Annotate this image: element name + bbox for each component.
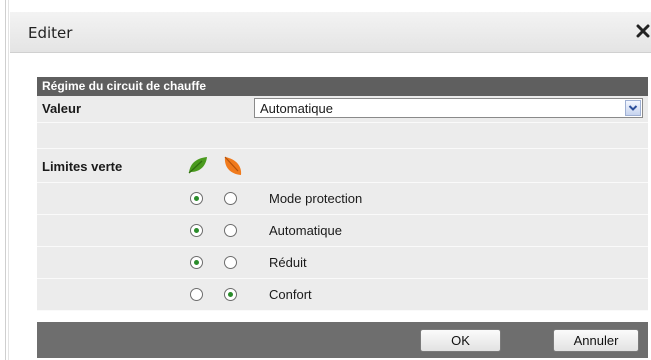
ok-button[interactable]: OK	[420, 329, 501, 352]
limites-label: Limites verte	[42, 159, 123, 174]
option-row-mode-protection: Mode protection	[37, 183, 648, 215]
orange-limit-radio-mode-protection[interactable]	[224, 192, 237, 205]
dialog-footer: OK Annuler	[37, 322, 648, 358]
cancel-button[interactable]: Annuler	[553, 329, 639, 352]
limites-header-row: Limites verte	[37, 149, 648, 183]
valeur-row: Valeur Automatique	[37, 96, 648, 123]
orange-limit-radio-confort[interactable]	[224, 288, 237, 301]
window-edge	[5, 0, 6, 360]
spacer-row	[37, 123, 648, 149]
orange-limit-radio-automatique[interactable]	[224, 224, 237, 237]
option-label: Réduit	[269, 255, 307, 270]
close-icon[interactable]	[636, 24, 650, 38]
option-row-confort: Confort	[37, 279, 648, 311]
radio-selected-dot	[194, 260, 199, 265]
green-limit-radio-reduit[interactable]	[190, 256, 203, 269]
green-limit-radio-mode-protection[interactable]	[190, 192, 203, 205]
green-leaf-icon	[188, 157, 207, 174]
radio-selected-dot	[228, 292, 233, 297]
valeur-select-value: Automatique	[260, 101, 333, 116]
settings-panel: Régime du circuit de chauffe Valeur Auto…	[37, 77, 648, 358]
option-label: Confort	[269, 287, 312, 302]
orange-leaf-icon	[224, 156, 242, 175]
valeur-label: Valeur	[42, 101, 82, 116]
edit-dialog: Editer Régime du circuit de chauffe Vale…	[10, 12, 651, 360]
option-label: Automatique	[269, 223, 342, 238]
dialog-title-bar: Editer	[10, 12, 651, 53]
option-label: Mode protection	[269, 191, 363, 206]
dialog-title: Editer	[28, 24, 73, 42]
window-edge-inner	[8, 0, 9, 360]
radio-selected-dot	[194, 196, 199, 201]
section-header: Régime du circuit de chauffe	[37, 77, 648, 96]
green-limit-radio-automatique[interactable]	[190, 224, 203, 237]
option-row-automatique: Automatique	[37, 215, 648, 247]
valeur-select[interactable]: Automatique	[254, 98, 643, 118]
green-limit-radio-confort[interactable]	[190, 288, 203, 301]
chevron-down-icon[interactable]	[625, 100, 641, 116]
orange-limit-radio-reduit[interactable]	[224, 256, 237, 269]
option-row-reduit: Réduit	[37, 247, 648, 279]
radio-selected-dot	[194, 228, 199, 233]
